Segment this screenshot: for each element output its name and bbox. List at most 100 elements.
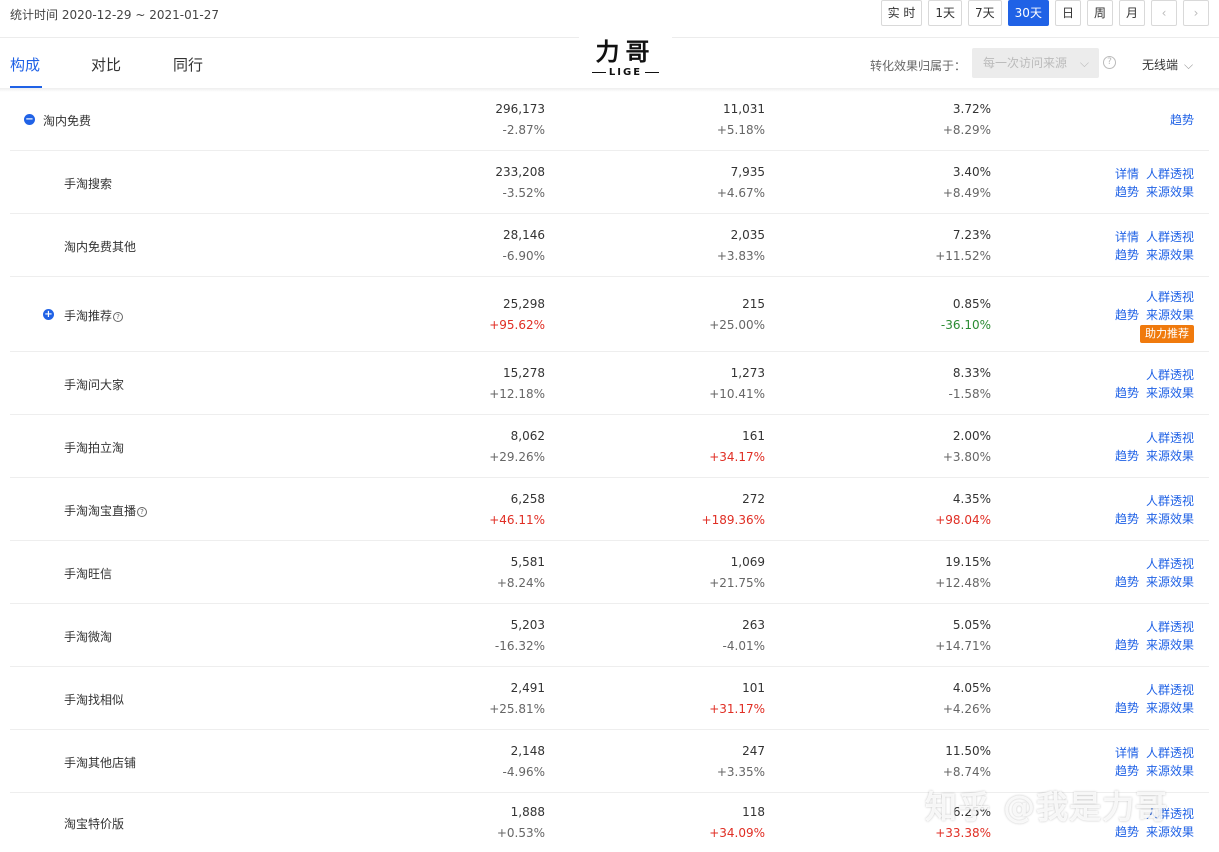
stat-time: 统计时间 2020-12-29 ~ 2021-01-27	[10, 8, 219, 22]
period-7day-button[interactable]: 7天	[968, 0, 1002, 26]
period-month-button[interactable]: 月	[1118, 0, 1145, 26]
metric-1-cell: 28,146 -6.90%	[503, 225, 545, 267]
watermark: 知乎 @我是力哥	[925, 788, 1169, 826]
tab-compare[interactable]: 对比	[91, 54, 121, 75]
traffic-source-table: − 淘内免费 296,173 -2.87% 11,031 +5.18% 3.72% +8.29…	[10, 88, 1209, 852]
period-week-button[interactable]: 周	[1086, 0, 1113, 26]
trend-link[interactable]: 趋势	[1115, 512, 1139, 526]
metric-1-cell: 6,258 +46.11%	[489, 489, 545, 531]
row-actions: 人群透视 趋势 来源效果	[1108, 681, 1194, 717]
metric-1-cell: 1,888 +0.53%	[497, 802, 545, 844]
period-30day-button[interactable]: 30天	[1007, 0, 1049, 26]
metric-3-cell: 7.23% +11.52%	[935, 225, 991, 267]
metric-2-cell: 101 +31.17%	[709, 678, 765, 720]
metric-2-value: 1,069	[730, 554, 765, 569]
crowd-insight-link[interactable]: 人群透视	[1146, 368, 1194, 382]
metric-3-value: 11.50%	[945, 743, 991, 758]
metric-3-cell: 19.15% +12.48%	[935, 552, 991, 594]
crowd-insight-link[interactable]: 人群透视	[1146, 494, 1194, 508]
trend-link[interactable]: 趋势	[1170, 113, 1194, 127]
trend-link[interactable]: 趋势	[1115, 308, 1139, 322]
trend-link[interactable]: 趋势	[1115, 449, 1139, 463]
question-icon[interactable]: ?	[113, 311, 124, 322]
source-effect-link[interactable]: 来源效果	[1146, 248, 1194, 262]
source-name-text: 手淘微淘	[64, 629, 113, 644]
trend-link[interactable]: 趋势	[1115, 248, 1139, 262]
crowd-insight-link[interactable]: 人群透视	[1146, 431, 1194, 445]
metric-1-cell: 5,581 +8.24%	[497, 552, 545, 594]
source-effect-link[interactable]: 来源效果	[1146, 764, 1194, 778]
table-row: 手淘问大家 15,278 +12.18% 1,273 +10.41% 8.33% -1.58…	[10, 352, 1209, 415]
collapse-icon[interactable]: −	[24, 113, 35, 125]
crowd-insight-link[interactable]: 人群透视	[1146, 230, 1194, 244]
row-actions: 人群透视 趋势 来源效果	[1108, 429, 1194, 465]
metric-2-change: +4.67%	[716, 185, 765, 200]
source-name-text: 淘内免费其他	[64, 239, 137, 254]
source-effect-link[interactable]: 来源效果	[1146, 449, 1194, 463]
source-effect-link[interactable]: 来源效果	[1146, 185, 1194, 199]
metric-2-cell: 1,273 +10.41%	[709, 363, 765, 405]
metric-1-change: -4.96%	[502, 764, 545, 779]
metric-3-value: 4.35%	[952, 491, 991, 506]
attribution-select[interactable]: 每一次访问来源 ⌵	[972, 48, 1099, 78]
table-row: + 手淘推荐? 25,298 +95.62% 215 +25.00% 0.85% -36.10…	[10, 277, 1209, 352]
trend-link[interactable]: 趋势	[1115, 638, 1139, 652]
metric-1-cell: 233,208 -3.52%	[495, 162, 545, 204]
source-effect-link[interactable]: 来源效果	[1146, 512, 1194, 526]
chevron-left-icon[interactable]: ‹	[1151, 0, 1177, 26]
crowd-insight-link[interactable]: 人群透视	[1146, 620, 1194, 634]
trend-link[interactable]: 趋势	[1115, 185, 1139, 199]
metric-1-cell: 296,173 -2.87%	[495, 99, 545, 141]
metric-3-value: 3.40%	[952, 164, 991, 179]
period-day-button[interactable]: 日	[1054, 0, 1081, 26]
metric-3-change: +8.29%	[942, 122, 991, 137]
detail-link[interactable]: 详情	[1115, 746, 1139, 760]
source-effect-link[interactable]: 来源效果	[1146, 308, 1194, 322]
source-effect-link[interactable]: 来源效果	[1146, 386, 1194, 400]
help-icon[interactable]: ?	[1103, 56, 1116, 69]
metric-3-cell: 11.50% +8.74%	[943, 741, 991, 783]
question-icon[interactable]: ?	[137, 506, 148, 517]
metric-3-value: 2.00%	[952, 428, 991, 443]
metric-3-change: +14.71%	[935, 638, 991, 653]
chevron-right-icon[interactable]: ›	[1183, 0, 1209, 26]
crowd-insight-link[interactable]: 人群透视	[1146, 290, 1194, 304]
metric-2-value: 7,935	[730, 164, 765, 179]
trend-link[interactable]: 趋势	[1115, 764, 1139, 778]
metric-2-change: +34.09%	[709, 826, 765, 840]
metric-3-cell: 2.00% +3.80%	[943, 426, 991, 468]
metric-3-cell: 4.05% +4.26%	[943, 678, 991, 720]
metric-2-change: +10.41%	[709, 386, 765, 401]
logo-cn: 力哥	[595, 37, 656, 66]
lige-logo: 力哥 LIGE	[579, 30, 672, 88]
table-row: − 淘内免费 296,173 -2.87% 11,031 +5.18% 3.72% +8.29…	[10, 88, 1209, 151]
trend-link[interactable]: 趋势	[1115, 575, 1139, 589]
tab-composition[interactable]: 构成	[10, 54, 40, 75]
crowd-insight-link[interactable]: 人群透视	[1146, 746, 1194, 760]
source-effect-link[interactable]: 来源效果	[1146, 638, 1194, 652]
device-select[interactable]: 无线端 ⌵	[1142, 56, 1193, 73]
crowd-insight-link[interactable]: 人群透视	[1146, 683, 1194, 697]
source-effect-link[interactable]: 来源效果	[1146, 575, 1194, 589]
crowd-insight-link[interactable]: 人群透视	[1146, 557, 1194, 571]
period-1day-button[interactable]: 1天	[928, 0, 963, 26]
metric-2-cell: 263 -4.01%	[723, 615, 765, 657]
metric-3-change: +8.74%	[942, 764, 991, 779]
crowd-insight-link[interactable]: 人群透视	[1146, 167, 1194, 181]
source-effect-link[interactable]: 来源效果	[1146, 701, 1194, 715]
source-name-text: 手淘拍立淘	[64, 440, 125, 455]
source-name-text: 淘宝特价版	[64, 817, 125, 831]
detail-link[interactable]: 详情	[1115, 230, 1139, 244]
logo-en: LIGE	[608, 67, 643, 78]
metric-3-change: -1.58%	[948, 386, 991, 401]
source-name: 淘内免费其他	[64, 238, 136, 255]
expand-icon[interactable]: +	[43, 308, 54, 320]
tab-peers[interactable]: 同行	[173, 54, 203, 75]
boost-recommend-badge[interactable]: 助力推荐	[1140, 324, 1194, 343]
period-realtime-button[interactable]: 实 时	[880, 0, 923, 26]
row-actions: 详情 人群透视 趋势 来源效果	[1108, 165, 1194, 201]
trend-link[interactable]: 趋势	[1115, 701, 1139, 715]
metric-3-value: 7.23%	[952, 227, 991, 242]
trend-link[interactable]: 趋势	[1115, 386, 1139, 400]
detail-link[interactable]: 详情	[1115, 167, 1139, 181]
